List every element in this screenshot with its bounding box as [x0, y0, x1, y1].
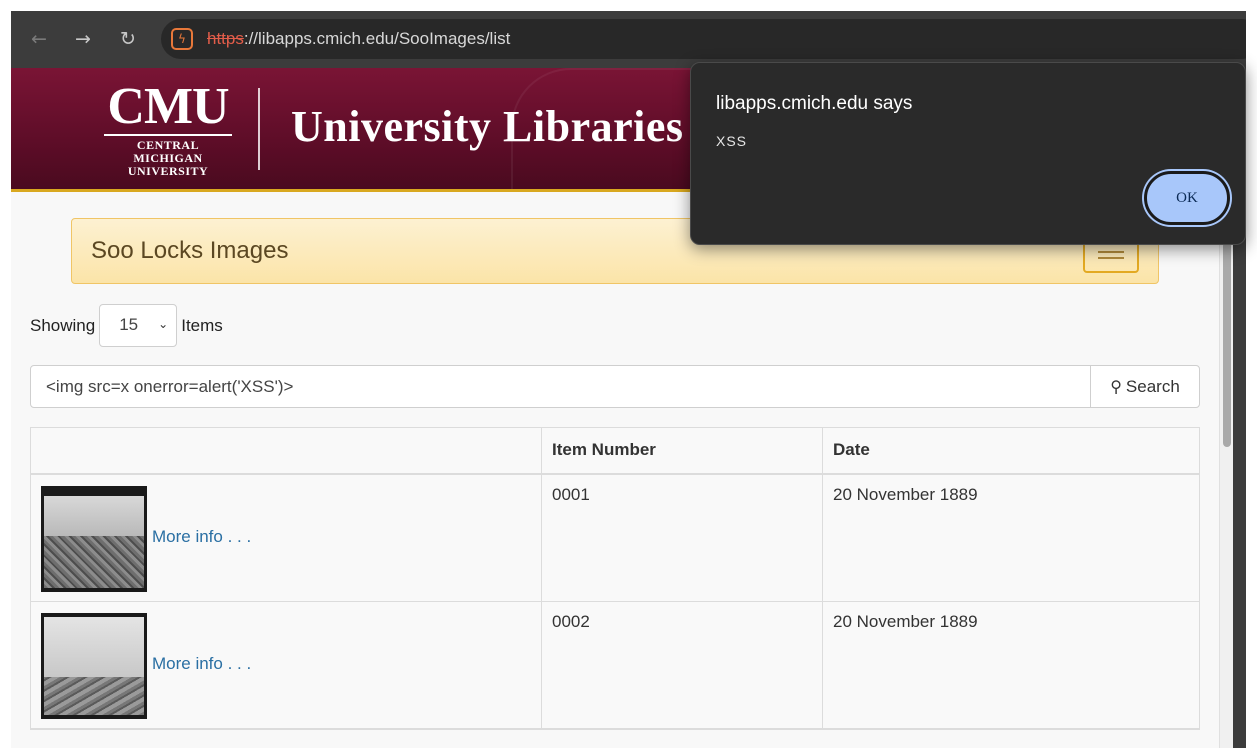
search-button[interactable]: ⚲ Search	[1090, 365, 1200, 408]
table-header: Item Number Date	[31, 428, 1199, 475]
showing-label: Showing	[30, 315, 96, 335]
column-header-date: Date	[833, 440, 870, 459]
hamburger-icon-bar	[1098, 251, 1124, 253]
logo-divider	[258, 88, 260, 170]
dialog-title: libapps.cmich.edu says	[716, 93, 913, 114]
hamburger-icon-bar	[1098, 257, 1124, 259]
more-info-link[interactable]: More info . . .	[152, 654, 251, 674]
column-header-item-number: Item Number	[542, 428, 823, 473]
results-table: Item Number Date More info . . . 0001 20…	[30, 427, 1200, 730]
url-path: ://libapps.cmich.edu/SooImages/list	[243, 29, 511, 48]
page-size-select[interactable]: 15 ⌄	[99, 304, 178, 347]
item-number-cell: 0001	[542, 475, 823, 601]
scrollbar-thumb[interactable]	[1223, 242, 1231, 447]
logo-line-1: CENTRAL MICHIGAN	[133, 138, 203, 165]
column-header-thumbnail	[31, 428, 542, 473]
page-size-value: 15	[119, 315, 139, 334]
search-icon: ⚲	[1110, 377, 1122, 396]
back-arrow-icon[interactable]: ←	[25, 25, 53, 53]
navbar-brand[interactable]: Soo Locks Images	[91, 237, 288, 265]
page-size-control: Showing 15 ⌄ Items	[30, 304, 223, 347]
ok-button[interactable]: OK	[1144, 171, 1230, 225]
hamburger-menu-button[interactable]	[1083, 241, 1139, 273]
site-info-icon[interactable]: ϟ	[171, 28, 193, 50]
table-row: More info . . . 0001 20 November 1889	[31, 475, 1199, 602]
more-info-link[interactable]: More info . . .	[152, 527, 251, 547]
thumbnail-image[interactable]	[41, 485, 147, 592]
items-label: Items	[181, 315, 223, 335]
reload-icon[interactable]: ↻	[114, 25, 142, 53]
logo-line-2: UNIVERSITY	[127, 164, 209, 178]
logo-wordmark: CMU	[107, 78, 229, 135]
table-row: More info . . . 0002 20 November 1889	[31, 602, 1199, 729]
address-bar[interactable]: ϟ https://libapps.cmich.edu/SooImages/li…	[161, 19, 1246, 59]
item-number-cell: 0002	[542, 602, 823, 728]
cmu-logo[interactable]: CMU CENTRAL MICHIGAN UNIVERSITY	[103, 78, 233, 178]
chevron-down-icon: ⌄	[158, 317, 169, 331]
thumbnail-cell: More info . . .	[31, 602, 542, 728]
search-group: ⚲ Search	[30, 365, 1200, 408]
date-cell: 20 November 1889	[833, 612, 978, 631]
search-button-label: Search	[1125, 376, 1180, 396]
url-scheme: https	[207, 29, 244, 48]
site-title[interactable]: University Libraries	[291, 101, 684, 152]
page-scrollbar[interactable]	[1219, 192, 1233, 748]
alert-dialog: libapps.cmich.edu says XSS OK	[690, 62, 1246, 245]
forward-arrow-icon[interactable]: →	[69, 25, 97, 53]
thumbnail-image[interactable]	[41, 612, 147, 719]
browser-toolbar: ← → ↻ ϟ https://libapps.cmich.edu/SooIma…	[11, 11, 1246, 68]
date-cell: 20 November 1889	[833, 485, 978, 504]
dialog-message: XSS	[716, 133, 748, 149]
url-text[interactable]: https://libapps.cmich.edu/SooImages/list	[207, 29, 510, 49]
search-input[interactable]	[30, 365, 1091, 408]
thumbnail-cell: More info . . .	[31, 475, 542, 601]
